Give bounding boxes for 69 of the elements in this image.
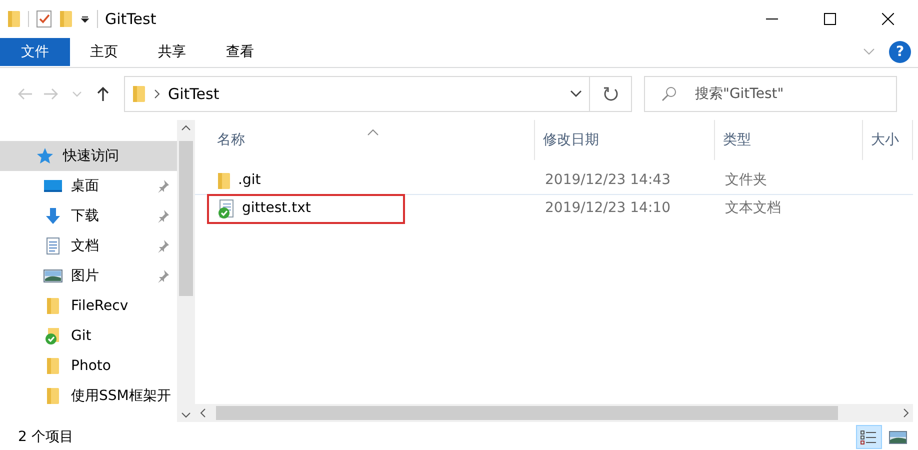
scrollbar-thumb[interactable] (216, 406, 838, 420)
folder-icon (132, 85, 146, 103)
folder-icon (59, 10, 73, 28)
chevron-up-icon (181, 124, 191, 132)
close-icon (882, 13, 894, 25)
file-name[interactable]: .git (238, 170, 261, 191)
up-arrow-icon (95, 86, 111, 102)
sort-caret-icon (367, 128, 379, 136)
text-file-check-icon (217, 198, 235, 218)
sidebar-item[interactable]: 快速访问 (0, 141, 177, 171)
column-header[interactable]: 大小 (871, 130, 899, 150)
sidebar-item[interactable]: FileRecv (0, 291, 177, 321)
column-header[interactable]: 修改日期 (543, 130, 599, 150)
chevron-down-icon (863, 48, 875, 56)
table-cell: 文本文档 (725, 200, 781, 216)
details-view-icon (860, 428, 878, 446)
pin-icon (156, 208, 170, 223)
ribbon-tab[interactable]: 文件 (0, 38, 70, 66)
folder-check-icon (44, 327, 62, 345)
folder-icon (217, 172, 231, 190)
properties-icon (36, 10, 52, 28)
picture-icon (43, 268, 63, 284)
sidebar-item[interactable]: 下载 (0, 201, 177, 231)
table-cell: 文件夹 (725, 172, 767, 188)
ribbon-tab[interactable]: 主页 (70, 38, 138, 66)
folder-icon (46, 297, 60, 315)
back-arrow-icon (17, 86, 33, 102)
pin-icon (156, 238, 170, 253)
pin-icon (156, 268, 170, 283)
table-cell: 2019/12/23 14:10 (545, 200, 670, 216)
scrollbar-thumb[interactable] (179, 141, 193, 296)
folder-icon (46, 357, 60, 375)
maximize-icon (824, 13, 836, 25)
sidebar-item[interactable]: Photo (0, 351, 177, 381)
breadcrumb-item[interactable]: GitTest (168, 82, 220, 106)
pin-icon (156, 178, 170, 193)
desktop-icon (43, 178, 63, 194)
star-icon (36, 147, 54, 165)
refresh-icon (602, 86, 618, 102)
column-header[interactable]: 名称 (217, 130, 245, 150)
column-header[interactable]: 类型 (723, 130, 751, 150)
sidebar-item[interactable]: 桌面 (0, 171, 177, 201)
forward-arrow-icon (43, 86, 59, 102)
folder-icon (7, 10, 21, 28)
help-icon[interactable]: ? (889, 41, 911, 63)
chevron-right-icon (902, 408, 910, 418)
item-count: 2 个项目 (18, 428, 74, 446)
sidebar-item[interactable]: 图片 (0, 261, 177, 291)
ribbon-tab[interactable]: 共享 (138, 38, 206, 66)
download-icon (44, 207, 62, 225)
file-name[interactable]: gittest.txt (242, 198, 311, 219)
chevron-down-icon (570, 90, 582, 98)
caret-icon (80, 14, 90, 24)
chevron-down-icon (181, 410, 191, 418)
chevron-right-icon (153, 89, 161, 99)
picture-icon (889, 428, 907, 446)
search-icon (661, 86, 677, 102)
search-field[interactable]: 搜索"GitTest" (644, 76, 897, 112)
table-cell: 2019/12/23 14:43 (545, 172, 670, 188)
sidebar-item[interactable]: 使用SSM框架开 (0, 381, 177, 411)
document-icon (45, 237, 61, 255)
refresh-button[interactable] (590, 76, 632, 112)
view-button[interactable] (856, 425, 882, 449)
sidebar-item[interactable]: 文档 (0, 231, 177, 261)
chevron-left-icon (198, 408, 206, 418)
sidebar-item[interactable]: Git (0, 321, 177, 351)
folder-icon (46, 387, 60, 405)
window-title: GitTest (105, 8, 156, 30)
ribbon-tab[interactable]: 查看 (206, 38, 274, 66)
